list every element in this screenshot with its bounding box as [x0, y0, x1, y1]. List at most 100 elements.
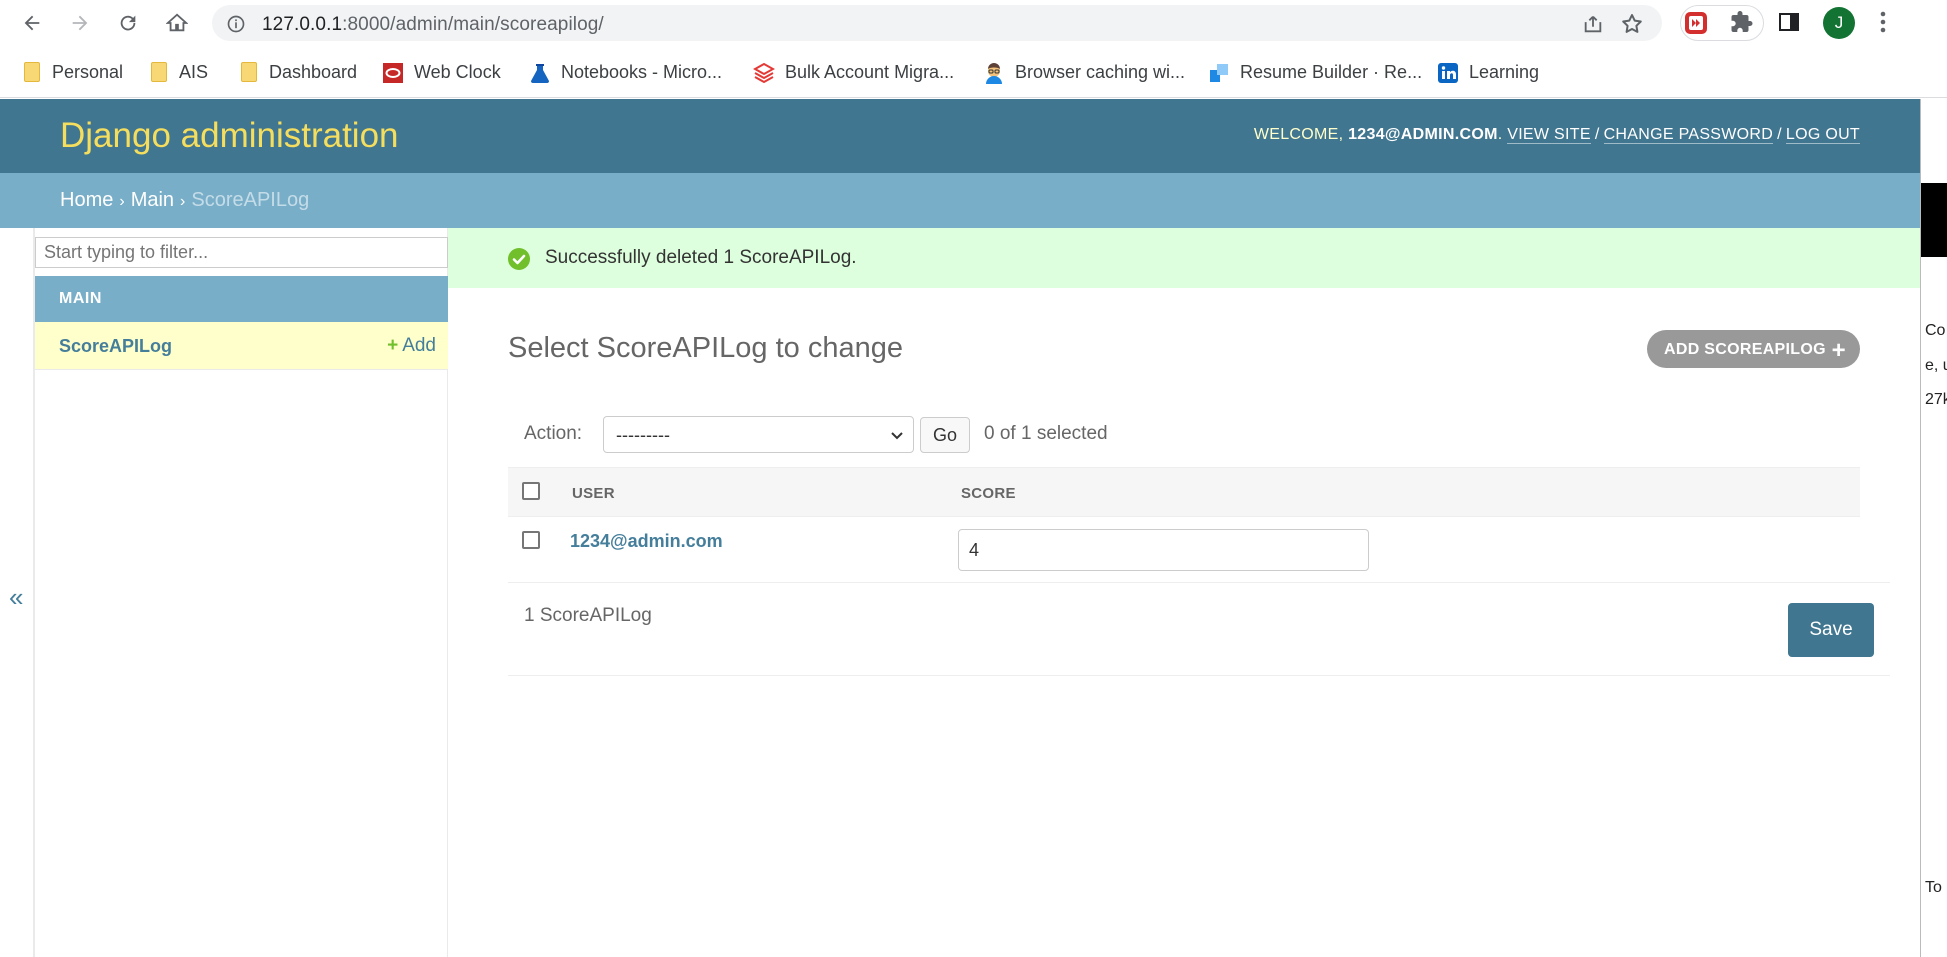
- bookmark-notebooks[interactable]: Notebooks - Micro...: [529, 60, 722, 84]
- select-all-checkbox[interactable]: [522, 482, 540, 500]
- sidebar-add-link[interactable]: + Add: [387, 335, 436, 357]
- bookmark-web-clock[interactable]: Web Clock: [382, 60, 501, 84]
- background-window-edge: Co e, u 27k To: [1920, 99, 1947, 957]
- background-window-text: 27k: [1925, 391, 1947, 408]
- background-window-text: Co: [1925, 322, 1946, 339]
- databricks-icon: [752, 62, 776, 84]
- bookmark-dashboard[interactable]: Dashboard: [241, 60, 357, 84]
- bookmark-star-icon[interactable]: [1620, 12, 1644, 41]
- folder-icon: [151, 62, 167, 82]
- background-window-text: e, u: [1925, 357, 1947, 374]
- save-button[interactable]: Save: [1788, 603, 1874, 657]
- page-title: Select ScoreAPILog to change: [508, 332, 903, 364]
- action-select[interactable]: ---------: [603, 416, 914, 453]
- user-tools: WELCOME, 1234@ADMIN.COM. VIEW SITE / CHANG…: [1253, 126, 1860, 144]
- bookmark-label: Bulk Account Migra...: [785, 61, 955, 82]
- oracle-icon: [382, 62, 403, 83]
- add-button-label: ADD SCOREAPILOG: [1664, 341, 1826, 358]
- bookmark-label: Web Clock: [414, 61, 501, 82]
- bookmark-label: Notebooks - Micro...: [561, 61, 723, 82]
- breadcrumb-app[interactable]: Main: [131, 189, 174, 211]
- view-site-link[interactable]: VIEW SITE: [1507, 126, 1591, 144]
- url-path: :8000/admin/main/scoreapilog/: [342, 14, 604, 35]
- row-user-link[interactable]: 1234@admin.com: [570, 531, 723, 552]
- add-scoreapilog-button[interactable]: ADD SCOREAPILOG +: [1647, 330, 1860, 368]
- paginator: 1 ScoreAPILog Save: [508, 583, 1890, 676]
- actions-bar: Action: --------- Go 0 of 1 selected: [508, 410, 1860, 458]
- browser-menu-icon[interactable]: [1878, 9, 1888, 40]
- sidebar-model-link[interactable]: ScoreAPILog: [59, 336, 172, 357]
- sidebar-add-label: Add: [402, 335, 436, 356]
- sidebar-item-scoreapilog: ScoreAPILog + Add: [35, 322, 448, 370]
- results-table-header: USER SCORE: [508, 467, 1860, 517]
- bookmark-label: AIS: [179, 61, 209, 82]
- avatar-icon: [983, 62, 1003, 84]
- bookmark-resume-builder[interactable]: Resume Builder · Re...: [1208, 60, 1422, 84]
- column-header-user[interactable]: USER: [572, 485, 615, 502]
- site-branding[interactable]: Django administration: [60, 116, 399, 156]
- bookmark-learning[interactable]: Learning: [1437, 60, 1539, 84]
- nav-filter-input[interactable]: [35, 237, 448, 268]
- breadcrumb: Home › Main › ScoreAPILog: [0, 173, 1920, 228]
- resume-icon: [1208, 62, 1228, 82]
- selection-counter: 0 of 1 selected: [984, 423, 1108, 444]
- collapse-chevron-icon[interactable]: «: [9, 582, 23, 613]
- plus-icon: +: [387, 335, 399, 356]
- bookmark-label: Personal: [52, 61, 124, 82]
- media-extension-icon[interactable]: [1683, 10, 1709, 36]
- toggle-nav-sidebar[interactable]: «: [0, 228, 34, 957]
- folder-icon: [241, 62, 257, 82]
- extensions-puzzle-icon[interactable]: [1730, 10, 1754, 39]
- bookmark-label: Learning: [1469, 61, 1540, 82]
- welcome-text: WELCOME,: [1253, 126, 1349, 143]
- breadcrumb-current: ScoreAPILog: [191, 189, 310, 211]
- bookmark-personal[interactable]: Personal: [24, 60, 123, 84]
- success-check-icon: [508, 248, 530, 270]
- browser-toolbar: 127.0.0.1:8000/admin/main/scoreapilog/ J: [0, 0, 1947, 46]
- bookmark-label: Dashboard: [269, 61, 358, 82]
- row-select-checkbox[interactable]: [522, 531, 540, 549]
- profile-avatar[interactable]: J: [1823, 7, 1855, 39]
- go-button[interactable]: Go: [920, 417, 970, 453]
- bookmark-label: Browser caching wi...: [1015, 61, 1186, 82]
- app-module-caption[interactable]: MAIN: [35, 276, 448, 322]
- reload-icon[interactable]: [114, 9, 142, 37]
- folder-icon: [24, 62, 40, 82]
- success-message: Successfully deleted 1 ScoreAPILog.: [448, 228, 1920, 288]
- breadcrumb-separator: ›: [180, 193, 186, 210]
- url-host: 127.0.0.1: [262, 14, 343, 35]
- background-window-text: To: [1925, 879, 1942, 896]
- side-panel-icon[interactable]: [1777, 10, 1801, 39]
- action-selected-value: ---------: [616, 425, 670, 445]
- forward-arrow-icon[interactable]: [66, 9, 94, 37]
- log-out-link[interactable]: LOG OUT: [1785, 126, 1860, 144]
- score-input[interactable]: 4: [958, 529, 1369, 571]
- address-bar[interactable]: 127.0.0.1:8000/admin/main/scoreapilog/: [212, 5, 1662, 41]
- table-row: 1234@admin.com 4: [508, 517, 1890, 583]
- bookmark-ais[interactable]: AIS: [151, 60, 208, 84]
- url-text: 127.0.0.1:8000/admin/main/scoreapilog/: [262, 14, 604, 36]
- nav-sidebar: MAIN ScoreAPILog +Add: [34, 228, 448, 957]
- share-icon[interactable]: [1582, 13, 1604, 40]
- chevron-down-icon: [889, 427, 905, 448]
- change-password-link[interactable]: CHANGE PASSWORD: [1603, 126, 1774, 144]
- bookmark-bulk-account[interactable]: Bulk Account Migra...: [752, 60, 955, 84]
- success-message-text: Successfully deleted 1 ScoreAPILog.: [545, 247, 857, 268]
- breadcrumb-home[interactable]: Home: [60, 189, 113, 211]
- action-label: Action:: [524, 423, 583, 444]
- breadcrumb-separator: ›: [119, 193, 125, 210]
- site-info-icon[interactable]: [226, 14, 246, 39]
- plus-icon: +: [1831, 337, 1846, 364]
- linkedin-icon: [1437, 62, 1458, 83]
- back-arrow-icon[interactable]: [18, 9, 46, 37]
- home-icon[interactable]: [163, 9, 191, 37]
- current-user: 1234@ADMIN.COM: [1348, 126, 1498, 143]
- site-header: Django administration WELCOME, 1234@ADMI…: [0, 99, 1920, 173]
- bookmark-label: Resume Builder · Re...: [1240, 61, 1423, 82]
- bookmark-browser-caching[interactable]: Browser caching wi...: [983, 60, 1185, 84]
- column-header-score[interactable]: SCORE: [961, 485, 1016, 502]
- bookmarks-bar: Personal AIS Dashboard Web Clock Noteboo…: [0, 46, 1947, 98]
- result-count: 1 ScoreAPILog: [524, 605, 652, 626]
- flask-icon: [529, 62, 549, 83]
- background-window-dark-band: [1921, 183, 1947, 257]
